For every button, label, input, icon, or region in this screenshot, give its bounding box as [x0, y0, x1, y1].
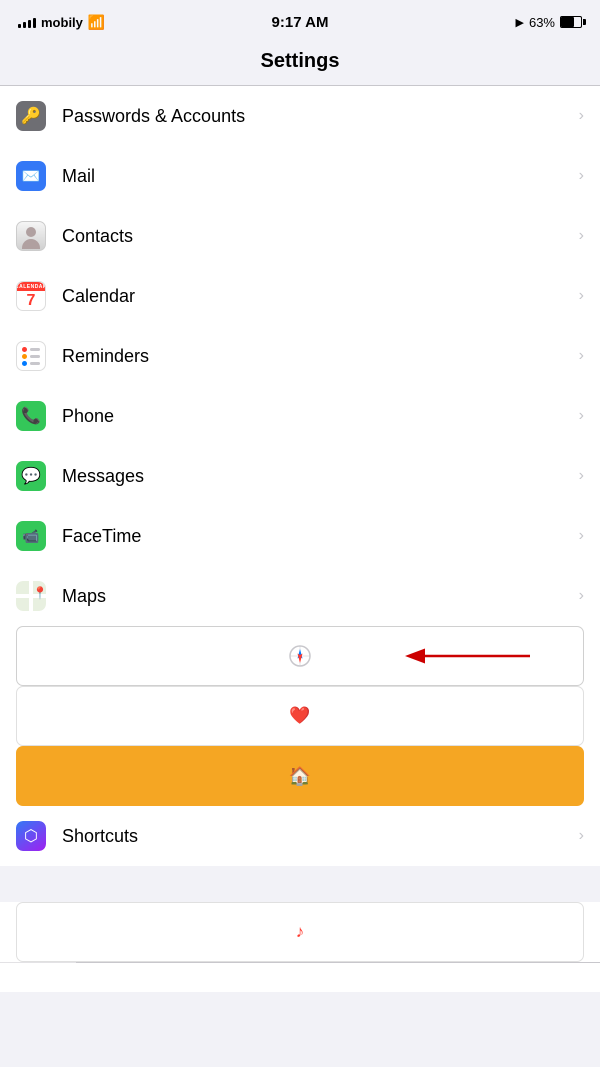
messages-label: Messages: [62, 466, 579, 487]
status-left: mobily ‪📶: [18, 14, 105, 31]
status-bar: mobily ‪📶 9:17 AM ▶ 63%: [0, 0, 600, 44]
passwords-icon: 🔑: [16, 101, 46, 131]
maps-icon: 📍: [16, 581, 46, 611]
chevron-icon: ›: [579, 107, 584, 125]
settings-item-messages[interactable]: 💬 Messages ›: [0, 446, 600, 506]
settings-list: 🔑 Passwords & Accounts › ✉️ Mail › Conta…: [0, 86, 600, 866]
contacts-icon: [16, 221, 46, 251]
phone-label: Phone: [62, 406, 579, 427]
second-section: ♪ Music ›: [0, 902, 600, 992]
signal-bars-icon: [18, 16, 36, 28]
music-icon: ♪: [16, 902, 584, 962]
chevron-icon: ›: [579, 287, 584, 305]
facetime-icon: 📹: [16, 521, 46, 551]
settings-item-contacts[interactable]: Contacts ›: [0, 206, 600, 266]
contacts-label: Contacts: [62, 226, 579, 247]
calendar-icon: CALENDAR 7: [16, 281, 46, 311]
chevron-icon: ›: [579, 347, 584, 365]
carrier-label: mobily: [41, 15, 83, 30]
status-time: 9:17 AM: [272, 14, 329, 31]
facetime-label: FaceTime: [62, 526, 579, 547]
maps-label: Maps: [62, 586, 579, 607]
section-gap: [0, 866, 600, 902]
home-icon: 🏠: [16, 746, 584, 806]
chevron-icon: ›: [579, 407, 584, 425]
reminders-label: Reminders: [62, 346, 579, 367]
passwords-label: Passwords & Accounts: [62, 106, 579, 127]
settings-item-facetime[interactable]: 📹 FaceTime ›: [0, 506, 600, 566]
status-right: ▶ 63%: [516, 15, 583, 30]
reminders-icon: [16, 341, 46, 371]
mail-label: Mail: [62, 166, 579, 187]
chevron-icon: ›: [579, 467, 584, 485]
phone-icon: 📞: [16, 401, 46, 431]
location-icon: ▶: [516, 16, 524, 29]
calendar-label: Calendar: [62, 286, 579, 307]
chevron-icon: ›: [579, 167, 584, 185]
mail-icon: ✉️: [16, 161, 46, 191]
wifi-icon: ‪📶: [88, 14, 105, 31]
settings-item-calendar[interactable]: CALENDAR 7 Calendar ›: [0, 266, 600, 326]
shortcuts-icon: ⬡: [16, 821, 46, 851]
battery-percent: 63%: [529, 15, 555, 30]
chevron-icon: ›: [579, 227, 584, 245]
settings-item-music[interactable]: ♪ Music ›: [0, 902, 600, 962]
settings-item-home[interactable]: 🏠 Home ›: [0, 746, 600, 806]
settings-item-reminders[interactable]: Reminders ›: [0, 326, 600, 386]
messages-icon: 💬: [16, 461, 46, 491]
battery-icon: [560, 16, 582, 28]
partial-next-item: [0, 962, 600, 992]
chevron-icon: ›: [579, 527, 584, 545]
settings-item-shortcuts[interactable]: ⬡ Shortcuts ›: [0, 806, 600, 866]
settings-item-phone[interactable]: 📞 Phone ›: [0, 386, 600, 446]
chevron-icon: ›: [579, 827, 584, 845]
settings-item-safari[interactable]: Safari ›: [0, 626, 600, 686]
page-header: Settings: [0, 44, 600, 85]
page-title: Settings: [0, 50, 600, 73]
settings-item-maps[interactable]: 📍 Maps ›: [0, 566, 600, 626]
safari-icon: [16, 626, 584, 686]
settings-item-mail[interactable]: ✉️ Mail ›: [0, 146, 600, 206]
settings-item-health[interactable]: ❤️ Health ›: [0, 686, 600, 746]
shortcuts-label: Shortcuts: [62, 826, 579, 847]
chevron-icon: ›: [579, 587, 584, 605]
settings-item-passwords[interactable]: 🔑 Passwords & Accounts ›: [0, 86, 600, 146]
health-icon: ❤️: [16, 686, 584, 746]
